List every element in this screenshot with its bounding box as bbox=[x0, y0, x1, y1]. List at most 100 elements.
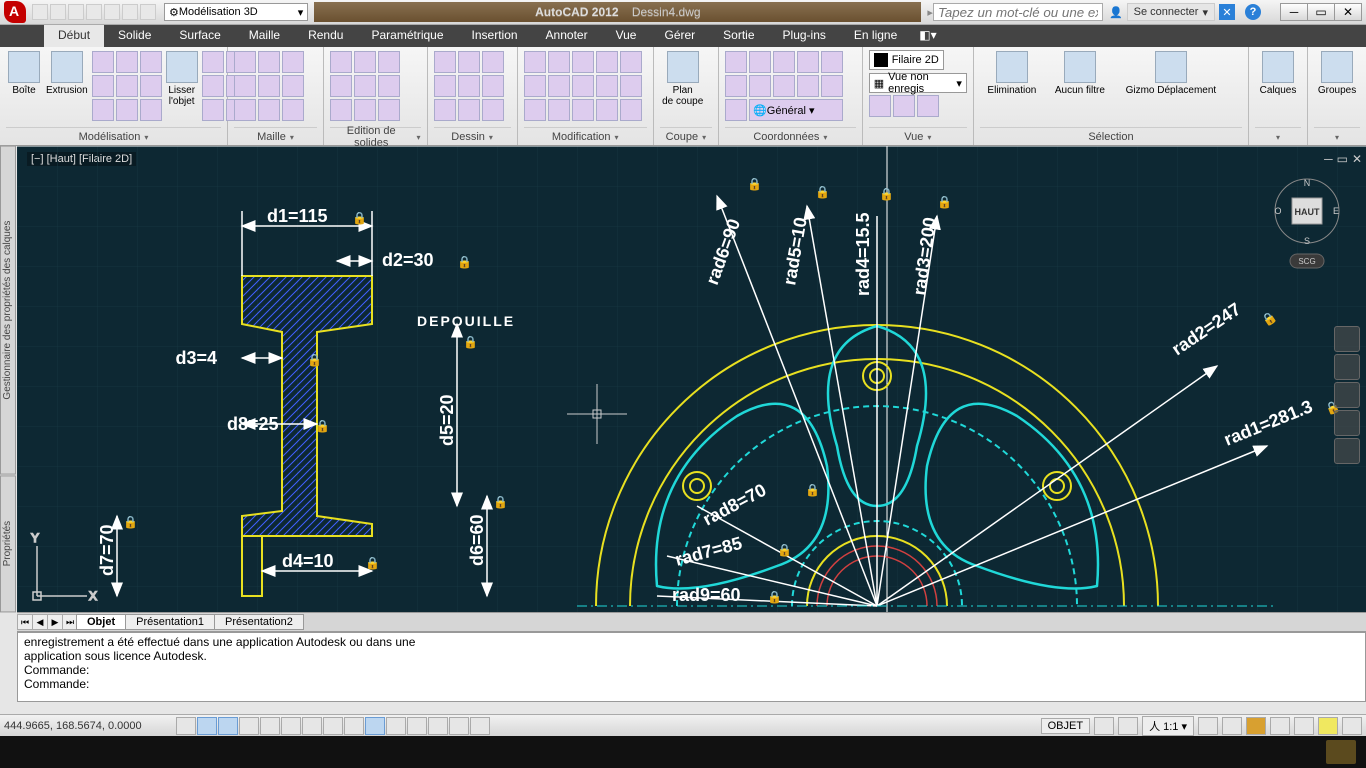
tool-icon[interactable] bbox=[354, 99, 376, 121]
ortho-toggle[interactable] bbox=[239, 717, 259, 735]
tool-icon[interactable] bbox=[620, 51, 642, 73]
tool-icon[interactable] bbox=[434, 75, 456, 97]
tool-icon[interactable] bbox=[596, 75, 618, 97]
gizmo-button[interactable]: Gizmo Déplacement bbox=[1116, 49, 1226, 98]
tool-icon[interactable] bbox=[140, 75, 162, 97]
tool-icon[interactable] bbox=[620, 75, 642, 97]
tool-icon[interactable] bbox=[116, 75, 138, 97]
tool-icon[interactable] bbox=[821, 51, 843, 73]
tool-icon[interactable] bbox=[202, 51, 224, 73]
status-icon[interactable] bbox=[1118, 717, 1138, 735]
chevron-down-icon[interactable]: ▾ bbox=[927, 133, 931, 142]
layers-button[interactable]: Calques bbox=[1255, 49, 1301, 98]
tab-sortie[interactable]: Sortie bbox=[709, 25, 768, 47]
tab-express-icon[interactable]: ◧▾ bbox=[911, 25, 944, 47]
tool-icon[interactable] bbox=[620, 99, 642, 121]
tool-icon[interactable] bbox=[258, 99, 280, 121]
chevron-down-icon[interactable]: ▾ bbox=[1335, 133, 1339, 142]
lock-ui-icon[interactable] bbox=[1270, 717, 1290, 735]
grid-toggle[interactable] bbox=[218, 717, 238, 735]
annotation-scale[interactable]: 人 1:1 ▾ bbox=[1142, 716, 1194, 736]
tool-icon[interactable] bbox=[572, 99, 594, 121]
tab-enligne[interactable]: En ligne bbox=[840, 25, 911, 47]
view-combo[interactable]: ▦Vue non enregis▾ bbox=[869, 73, 967, 93]
drawing-viewport[interactable]: [−] [Haut] [Filaire 2D] ─ ▭ ✕ bbox=[17, 146, 1366, 612]
tool-icon[interactable] bbox=[548, 75, 570, 97]
chevron-down-icon[interactable]: ▾ bbox=[615, 133, 619, 142]
status-icon[interactable] bbox=[1198, 717, 1218, 735]
tool-icon[interactable] bbox=[548, 99, 570, 121]
tab-surface[interactable]: Surface bbox=[165, 25, 234, 47]
qat-new-icon[interactable] bbox=[32, 4, 48, 20]
tab-maille[interactable]: Maille bbox=[235, 25, 294, 47]
tool-icon[interactable] bbox=[749, 51, 771, 73]
tool-icon[interactable] bbox=[458, 75, 480, 97]
tool-icon[interactable] bbox=[234, 99, 256, 121]
chevron-down-icon[interactable]: ▾ bbox=[290, 133, 294, 142]
tool-icon[interactable] bbox=[596, 99, 618, 121]
objet-mode[interactable]: OBJET bbox=[1041, 718, 1090, 734]
polar-toggle[interactable] bbox=[260, 717, 280, 735]
qp-toggle[interactable] bbox=[428, 717, 448, 735]
tool-icon[interactable] bbox=[749, 75, 771, 97]
tool-icon[interactable] bbox=[797, 75, 819, 97]
sheet-next-icon[interactable]: ▶ bbox=[47, 614, 63, 630]
tab-insertion[interactable]: Insertion bbox=[458, 25, 532, 47]
tool-icon[interactable] bbox=[116, 51, 138, 73]
extrusion-button[interactable]: Extrusion bbox=[44, 49, 90, 98]
groups-button[interactable]: Groupes bbox=[1314, 49, 1360, 98]
tool-icon[interactable] bbox=[725, 51, 747, 73]
app-logo[interactable] bbox=[4, 1, 26, 23]
tab-gerer[interactable]: Gérer bbox=[650, 25, 709, 47]
minimize-button[interactable]: ─ bbox=[1280, 3, 1308, 21]
tool-icon[interactable] bbox=[482, 99, 504, 121]
3dosnap-toggle[interactable] bbox=[302, 717, 322, 735]
qat-plot-icon[interactable] bbox=[104, 4, 120, 20]
tab-plugins[interactable]: Plug-ins bbox=[769, 25, 840, 47]
otrack-toggle[interactable] bbox=[323, 717, 343, 735]
help-icon[interactable]: ? bbox=[1245, 4, 1261, 20]
tool-icon[interactable] bbox=[354, 51, 376, 73]
chevron-down-icon[interactable]: ▾ bbox=[1276, 133, 1280, 142]
tool-icon[interactable] bbox=[378, 75, 400, 97]
tool-icon[interactable] bbox=[378, 99, 400, 121]
section-plane-button[interactable]: Plan de coupe bbox=[660, 49, 706, 109]
nofilter-button[interactable]: Aucun filtre bbox=[1046, 49, 1114, 98]
chevron-down-icon[interactable]: ▾ bbox=[823, 133, 827, 142]
tab-vue[interactable]: Vue bbox=[602, 25, 651, 47]
sc-toggle[interactable] bbox=[449, 717, 469, 735]
tool-icon[interactable] bbox=[482, 51, 504, 73]
tool-icon[interactable] bbox=[725, 75, 747, 97]
tool-icon[interactable] bbox=[378, 51, 400, 73]
box-button[interactable]: Boîte bbox=[6, 49, 42, 98]
workspace-switch-icon[interactable] bbox=[1246, 717, 1266, 735]
showmotion-icon[interactable] bbox=[1334, 438, 1360, 464]
status-icon[interactable] bbox=[1222, 717, 1242, 735]
clean-screen-icon[interactable] bbox=[1342, 717, 1362, 735]
tool-icon[interactable] bbox=[893, 95, 915, 117]
tool-icon[interactable] bbox=[572, 75, 594, 97]
tool-icon[interactable] bbox=[234, 51, 256, 73]
chevron-down-icon[interactable]: ▾ bbox=[702, 133, 706, 142]
zoom-icon[interactable] bbox=[1334, 382, 1360, 408]
tool-icon[interactable] bbox=[482, 75, 504, 97]
tool-icon[interactable] bbox=[458, 51, 480, 73]
workspace-selector[interactable]: ⚙ Modélisation 3D ▾ bbox=[164, 3, 308, 21]
tab-annoter[interactable]: Annoter bbox=[532, 25, 602, 47]
sheet-first-icon[interactable]: ⏮ bbox=[17, 614, 33, 630]
taskbar-app-icon[interactable] bbox=[1326, 740, 1356, 764]
chevron-down-icon[interactable]: ▾ bbox=[489, 133, 493, 142]
qat-open-icon[interactable] bbox=[50, 4, 66, 20]
tpy-toggle[interactable] bbox=[407, 717, 427, 735]
tool-icon[interactable] bbox=[548, 51, 570, 73]
qat-saveas-icon[interactable] bbox=[86, 4, 102, 20]
tool-icon[interactable] bbox=[596, 51, 618, 73]
tab-parametrique[interactable]: Paramétrique bbox=[357, 25, 457, 47]
properties-panel-tab[interactable]: Propriétés bbox=[0, 475, 16, 612]
am-toggle[interactable] bbox=[470, 717, 490, 735]
infer-toggle[interactable] bbox=[176, 717, 196, 735]
tool-icon[interactable] bbox=[92, 99, 114, 121]
tab-solide[interactable]: Solide bbox=[104, 25, 165, 47]
close-button[interactable]: ✕ bbox=[1334, 3, 1362, 21]
tool-icon[interactable] bbox=[92, 51, 114, 73]
